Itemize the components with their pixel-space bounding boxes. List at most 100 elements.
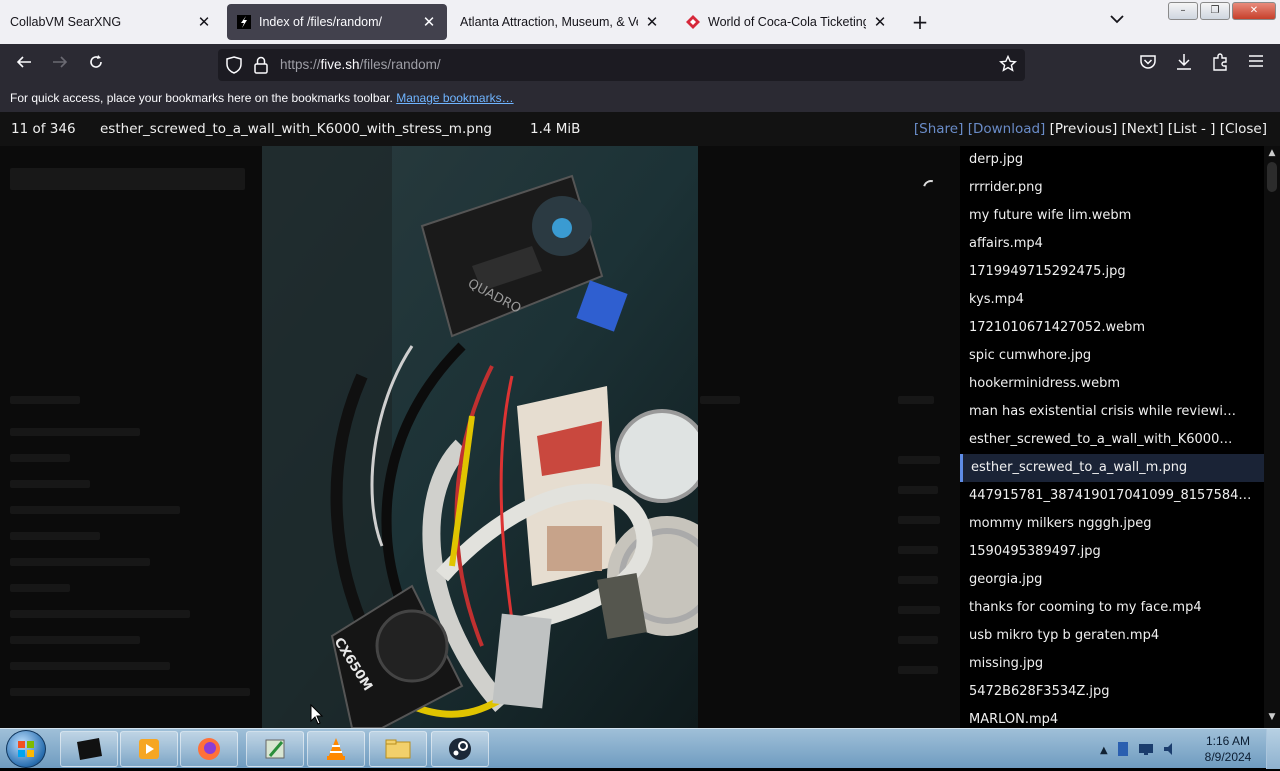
scrollbar-thumb[interactable]	[1267, 162, 1277, 192]
taskbar-clock[interactable]: 1:16 AM 8/9/2024	[1200, 733, 1256, 765]
mouse-pointer-icon	[310, 703, 324, 730]
minimize-button[interactable]: –	[1168, 2, 1198, 20]
start-button[interactable]	[6, 730, 46, 768]
current-filename: esther_screwed_to_a_wall_with_K6000_with…	[100, 121, 492, 137]
tab-index-files-random[interactable]: Index of /files/random/ ✕	[227, 4, 447, 40]
taskbar-app-icon[interactable]	[60, 731, 118, 767]
tray-expand-icon[interactable]: ▲	[1100, 745, 1108, 756]
file-list-item[interactable]: georgia.jpg	[960, 566, 1264, 594]
dimmed-line	[10, 396, 80, 404]
system-tray: ▲	[1100, 741, 1178, 760]
next-link[interactable]: [Next]	[1122, 121, 1164, 137]
close-icon[interactable]: ✕	[872, 13, 888, 31]
file-list-panel: derp.jpg rrrrider.png my future wife lim.w…	[960, 146, 1264, 728]
network-icon[interactable]	[1138, 742, 1154, 759]
extensions-icon[interactable]	[1211, 53, 1229, 75]
new-tab-button[interactable]: +	[908, 10, 932, 34]
file-list-item[interactable]: esther_screwed_to_a_wall_with_K6000…	[960, 426, 1264, 454]
file-list-item[interactable]: mommy milkers ngggh.jpeg	[960, 510, 1264, 538]
bookmarks-toolbar: For quick access, place your bookmarks h…	[0, 86, 1280, 112]
file-list-item[interactable]: affairs.mp4	[960, 230, 1264, 258]
lock-icon[interactable]	[254, 56, 268, 78]
scroll-up-icon[interactable]: ▲	[1264, 148, 1280, 162]
file-list-item[interactable]: missing.jpg	[960, 650, 1264, 678]
dimmed-line	[10, 610, 190, 618]
url-host: five.sh	[320, 57, 360, 72]
file-list-item[interactable]: hookerminidress.webm	[960, 370, 1264, 398]
dimmed-line	[898, 666, 938, 674]
url-text[interactable]: https://five.sh/files/random/	[280, 57, 441, 72]
tray-app-icon[interactable]	[1116, 741, 1130, 760]
tab-collabvm-searxng[interactable]: CollabVM SearXNG ✕	[0, 4, 222, 40]
dimmed-line	[10, 506, 180, 514]
dimmed-line	[10, 662, 170, 670]
list-toggle-link[interactable]: [List - ]	[1168, 121, 1216, 137]
forward-arrow-icon[interactable]	[47, 52, 73, 78]
close-link[interactable]: [Close]	[1220, 121, 1267, 137]
close-icon[interactable]: ✕	[196, 13, 212, 31]
file-list-item[interactable]: man has existential crisis while reviewi…	[960, 398, 1264, 426]
share-link[interactable]: [Share]	[914, 121, 964, 137]
pocket-icon[interactable]	[1139, 53, 1157, 75]
vlc-icon[interactable]	[307, 731, 365, 767]
file-list-item[interactable]: 1721010671427052.webm	[960, 314, 1264, 342]
back-arrow-icon[interactable]	[11, 52, 37, 78]
dimmed-line	[898, 516, 940, 524]
tracking-protection-shield-icon[interactable]	[226, 56, 242, 78]
firefox-icon[interactable]	[180, 731, 238, 767]
dimmed-line	[898, 636, 938, 644]
file-list-item[interactable]: 1590495389497.jpg	[960, 538, 1264, 566]
chevron-down-icon[interactable]	[1110, 12, 1124, 28]
show-desktop-button[interactable]	[1266, 729, 1280, 769]
notepad-plus-icon[interactable]	[246, 731, 304, 767]
windows-taskbar: ▲ 1:16 AM 8/9/2024	[0, 728, 1280, 769]
download-link[interactable]: [Download]	[968, 121, 1046, 137]
window-close-button[interactable]: ✕	[1232, 2, 1276, 20]
file-list-item[interactable]: 5472B628F3534Z.jpg	[960, 678, 1264, 706]
tab-world-of-coca-cola[interactable]: World of Coca-Cola Ticketing S ✕	[676, 4, 898, 40]
file-list-item[interactable]: thanks for cooming to my face.mp4	[960, 594, 1264, 622]
url-path: /files/random/	[359, 57, 441, 72]
navigation-toolbar: https://five.sh/files/random/	[0, 44, 1280, 86]
file-list-item[interactable]: 1719949715292475.jpg	[960, 258, 1264, 286]
file-list-item[interactable]: rrrrider.png	[960, 174, 1264, 202]
dimmed-line	[700, 396, 740, 404]
file-list-scrollbar[interactable]: ▲ ▼	[1264, 146, 1280, 728]
file-list-item[interactable]: usb mikro typ b geraten.mp4	[960, 622, 1264, 650]
viewer-controls: [Share] [Download] [Previous] [Next] [Li…	[914, 121, 1267, 137]
dimmed-line	[10, 558, 150, 566]
bookmark-star-icon[interactable]	[999, 54, 1017, 77]
file-list-item[interactable]: spic cumwhore.jpg	[960, 342, 1264, 370]
ticket-favicon-icon	[686, 15, 700, 29]
reload-icon[interactable]	[83, 52, 109, 78]
close-icon[interactable]: ✕	[421, 13, 437, 31]
file-list-item[interactable]: my future wife lim.webm	[960, 202, 1264, 230]
dimmed-line	[10, 454, 70, 462]
dimmed-line	[10, 428, 140, 436]
media-player-icon[interactable]	[120, 731, 178, 767]
page-content: 11 of 346 esther_screwed_to_a_wall_with_…	[0, 112, 1280, 728]
tab-title: World of Coca-Cola Ticketing S	[708, 15, 866, 29]
address-bar[interactable]: https://five.sh/files/random/	[218, 49, 1025, 81]
tab-title: CollabVM SearXNG	[10, 15, 122, 29]
previous-link[interactable]: [Previous]	[1050, 121, 1118, 137]
scroll-down-icon[interactable]: ▼	[1264, 712, 1280, 726]
maximize-button[interactable]: ❐	[1200, 2, 1230, 20]
downloads-icon[interactable]	[1175, 53, 1193, 75]
manage-bookmarks-link[interactable]: Manage bookmarks…	[396, 91, 513, 105]
tab-atlanta-attraction[interactable]: Atlanta Attraction, Museum, & Ven ✕	[450, 4, 670, 40]
volume-icon[interactable]	[1162, 741, 1178, 760]
hamburger-menu-icon[interactable]	[1248, 53, 1264, 73]
file-list-item[interactable]: kys.mp4	[960, 286, 1264, 314]
steam-icon[interactable]	[431, 731, 489, 767]
file-list-item[interactable]: MARLON.mp4	[960, 706, 1264, 728]
file-list-item[interactable]: 447915781_387419017041099_8157584…	[960, 482, 1264, 510]
dimmed-line	[898, 396, 934, 404]
url-prefix: https://	[280, 57, 321, 72]
preview-image[interactable]: QUADRO CX650M	[262, 146, 698, 728]
close-icon[interactable]: ✕	[644, 13, 660, 31]
file-list-item[interactable]: esther_screwed_to_a_wall_m.png	[960, 454, 1264, 482]
tab-title: Index of /files/random/	[259, 15, 382, 29]
file-explorer-icon[interactable]	[369, 731, 427, 767]
file-list-item[interactable]: derp.jpg	[960, 146, 1264, 174]
